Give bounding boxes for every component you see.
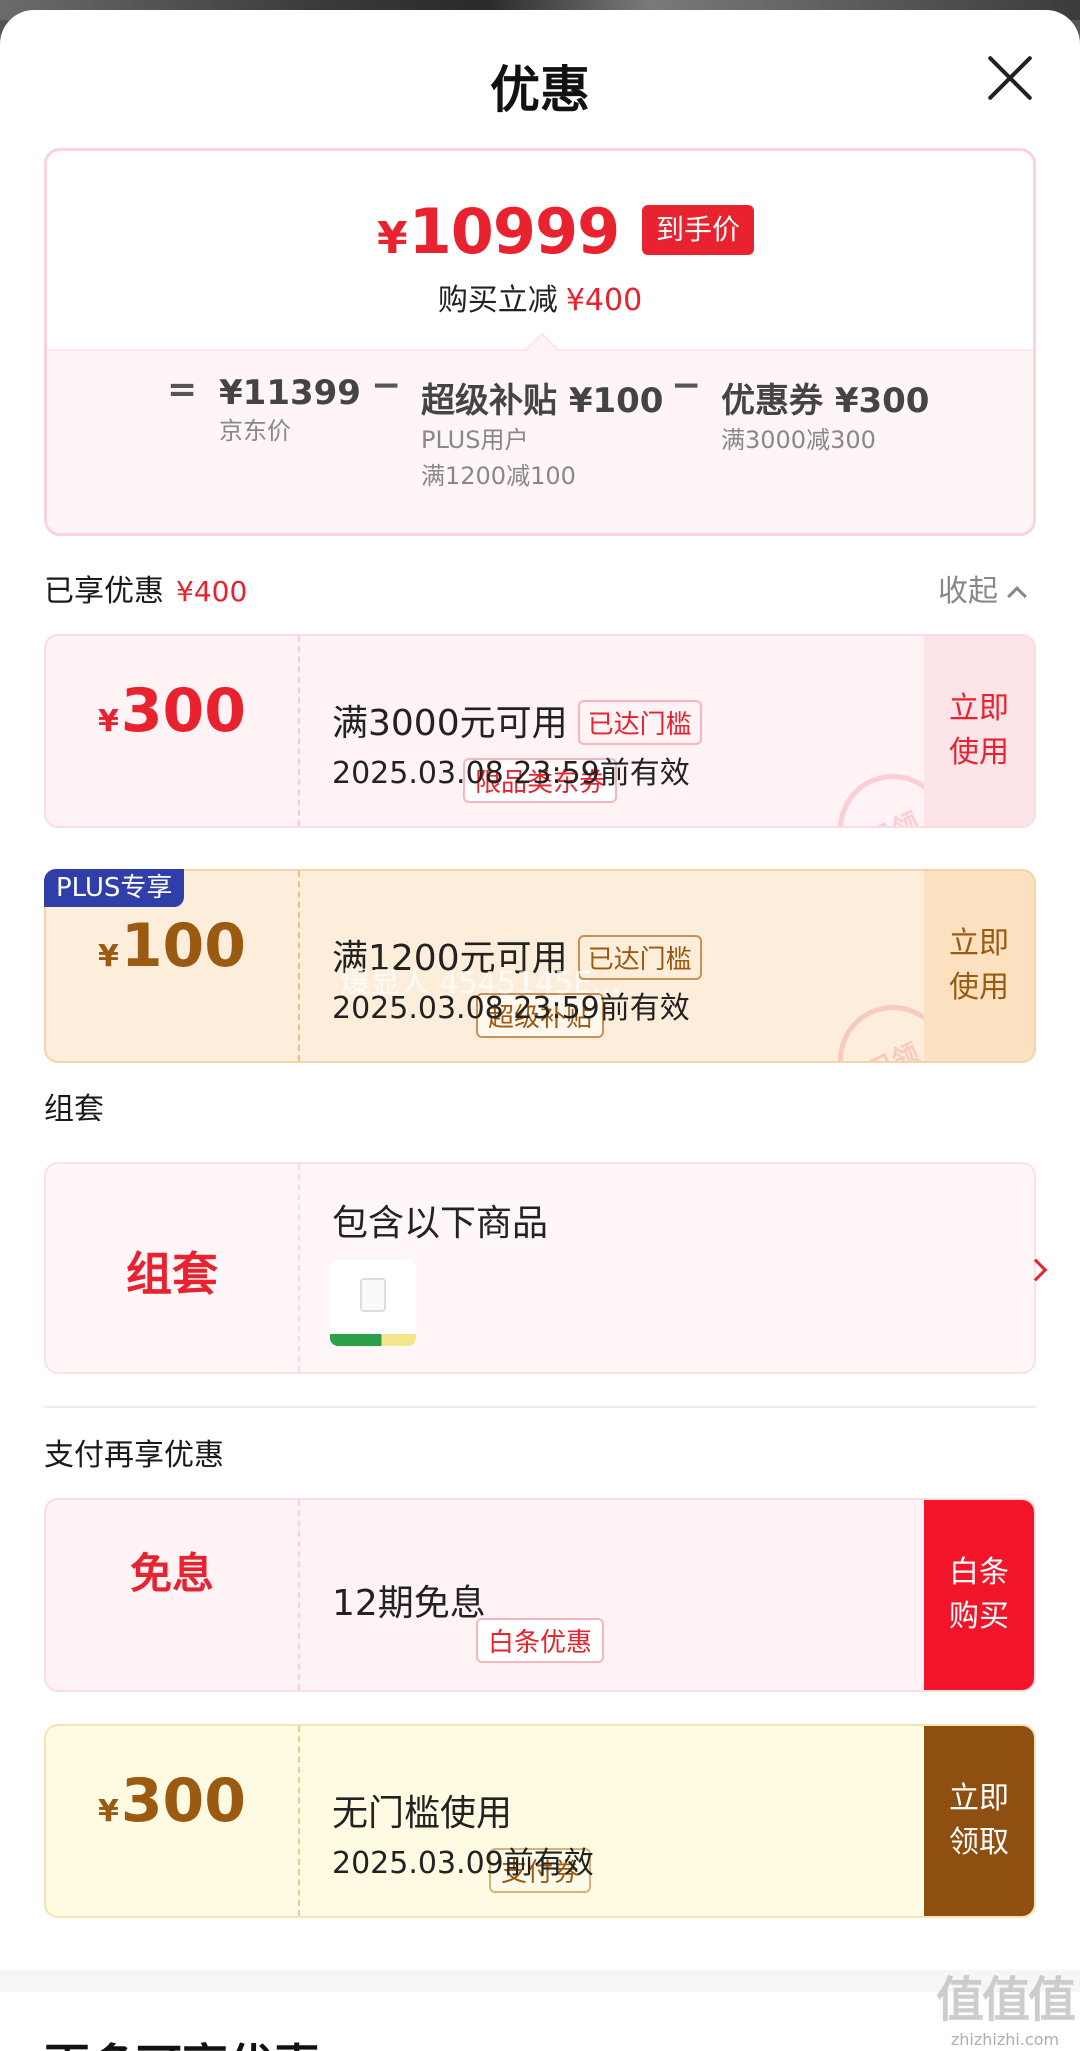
- installment-text: 12期免息: [332, 1583, 486, 1624]
- coupon-divider: [298, 1500, 300, 1690]
- threshold-reached-tag: 已达门槛: [577, 699, 702, 745]
- bundle-section-label: 组套: [44, 1092, 104, 1127]
- chevron-up-icon: [1007, 586, 1027, 606]
- final-price-tag: 到手价: [642, 205, 755, 255]
- collapse-label: 收起: [938, 574, 998, 609]
- final-price: ¥10999: [377, 195, 621, 268]
- interest-free-label: 免息: [129, 1549, 214, 1598]
- coupon-amount: ¥300: [46, 1766, 298, 1836]
- watermark-glyphs: 值值值: [935, 1972, 1076, 2028]
- coupon-condition: 满3000元可用 已达门槛: [332, 694, 702, 748]
- enjoyed-amount: ¥400: [176, 575, 248, 608]
- equals-sign: =: [167, 369, 198, 410]
- payment-section-label: 支付再享优惠: [44, 1438, 224, 1473]
- minus-sign: −: [371, 365, 402, 406]
- claim-now-button[interactable]: 立即 领取: [924, 1726, 1034, 1916]
- chevron-right-icon[interactable]: [1024, 1258, 1048, 1282]
- stamp-text: 已领: [864, 1037, 924, 1063]
- coupon-amount: ¥300: [46, 676, 298, 746]
- subsidy-condition: 满1200减100: [421, 462, 576, 490]
- reduce-amount: ¥400: [565, 283, 643, 318]
- jd-price-label: 京东价: [219, 417, 291, 445]
- price-breakdown: = ¥11399 京东价 − 超级补贴 ¥100 PLUS用户 满1200减10…: [47, 349, 1033, 533]
- jd-price: ¥11399: [219, 373, 361, 413]
- baitiao-tag: 白条优惠: [475, 1618, 605, 1663]
- bundle-title: 包含以下商品: [332, 1203, 549, 1244]
- jd-price-item: ¥11399 京东价: [219, 373, 361, 449]
- coupon-condition-text: 满3000元可用: [332, 703, 568, 744]
- coupon-item: 优惠券 ¥300 满3000减300: [721, 373, 929, 458]
- enjoyed-discounts-label: 已享优惠 ¥400: [44, 566, 247, 610]
- overlay-watermark-text: 爆显人 4545145E...: [340, 966, 621, 1001]
- currency-symbol: ¥: [377, 213, 408, 264]
- section-gap: [0, 1970, 1080, 1992]
- coupon-value: 100: [120, 911, 247, 981]
- coupon-divider: [298, 871, 300, 1061]
- watermark-site: zhizhizhi.com: [950, 2030, 1060, 2049]
- bundle-divider: [298, 1164, 300, 1372]
- coupon-amount: 优惠券 ¥300: [721, 381, 930, 421]
- subsidy-item: 超级补贴 ¥100 PLUS用户 满1200减100: [421, 373, 663, 494]
- site-watermark-logo: 值值值 zhizhizhi.com: [930, 1960, 1080, 2050]
- price-top: ¥10999 到手价 购买立减 ¥400: [47, 151, 1033, 349]
- minus-sign: −: [671, 365, 702, 406]
- coupon-value: 300: [120, 1766, 247, 1836]
- more-discounts-title: 更多可享优惠: [44, 2030, 320, 2051]
- baitiao-buy-button[interactable]: 白条 购买: [924, 1500, 1034, 1690]
- coupon-divider: [298, 636, 300, 826]
- currency-symbol: ¥: [97, 939, 119, 974]
- bundle-product-thumbnail[interactable]: [330, 1260, 416, 1346]
- coupon-validity: 2025.03.08 23:59前有效: [332, 756, 690, 791]
- close-icon[interactable]: [984, 52, 1036, 104]
- coupon-amount: ¥100: [46, 911, 298, 981]
- bundle-card[interactable]: 组套 包含以下商品: [44, 1162, 1048, 1374]
- use-now-button[interactable]: 立即 使用: [924, 636, 1034, 826]
- payment-coupon-card: ¥300 支付券 无门槛使用 2025.03.09前有效 立即 领取: [44, 1724, 1036, 1918]
- enjoyed-label-text: 已享优惠: [44, 574, 164, 609]
- final-price-value: 10999: [408, 195, 621, 268]
- use-now-button[interactable]: 立即 使用: [924, 871, 1034, 1061]
- reduce-label: 购买立减: [437, 283, 558, 318]
- charger-icon: [360, 1278, 386, 1312]
- coupon-card-jd: ¥300 限品类东券 满3000元可用 已达门槛 2025.03.08 23:59…: [44, 634, 1036, 828]
- thumbnail-band: [330, 1334, 416, 1346]
- plus-exclusive-badge: PLUS专享: [44, 869, 185, 907]
- coupon-divider: [298, 1726, 300, 1916]
- coupon-value: 300: [120, 676, 247, 746]
- reduce-line: 购买立减 ¥400: [47, 275, 1033, 319]
- subsidy-user-type: PLUS用户: [421, 426, 529, 454]
- baitiao-card: 免息 白条优惠 12期免息 白条 购买: [44, 1498, 1036, 1692]
- section-divider: [44, 1406, 1036, 1408]
- bundle-label: 组套: [126, 1247, 218, 1301]
- stamp-text: 已领: [862, 801, 925, 826]
- currency-symbol: ¥: [97, 704, 119, 739]
- collapse-button[interactable]: 收起: [938, 566, 1027, 610]
- subsidy-amount: 超级补贴 ¥100: [421, 381, 664, 421]
- coupon-condition: 无门槛使用: [332, 1793, 513, 1834]
- sheet-title: 优惠: [490, 61, 590, 119]
- discount-sheet: 优惠 ¥10999 到手价 购买立减 ¥400 = ¥11399 京东价 − 超级…: [0, 10, 1080, 2051]
- currency-symbol: ¥: [97, 1794, 119, 1829]
- price-summary-card: ¥10999 到手价 购买立减 ¥400 = ¥11399 京东价 − 超级补贴 …: [44, 148, 1036, 536]
- coupon-condition: 满3000减300: [721, 426, 876, 454]
- coupon-validity: 2025.03.09前有效: [332, 1846, 594, 1881]
